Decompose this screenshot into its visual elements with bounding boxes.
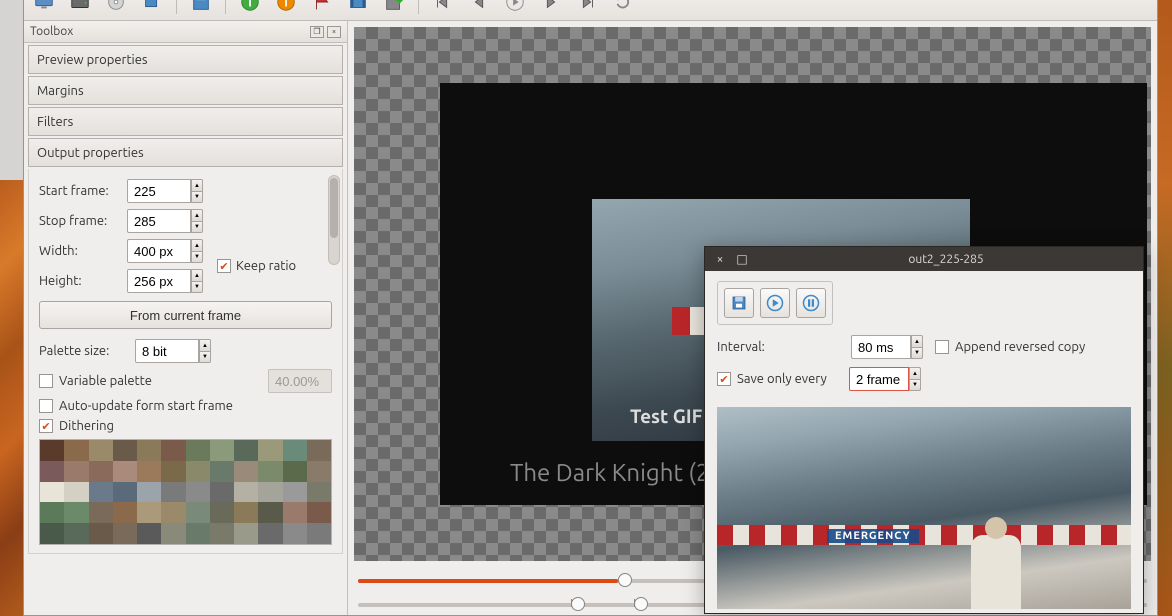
popup-emergency-text: EMERGENCY [827, 529, 919, 543]
toolbox-close-icon[interactable]: × [327, 26, 341, 38]
auto-update-label: Auto-update form start frame [59, 399, 233, 413]
preview-caption-2: The Dark Knight (2 [510, 459, 709, 486]
stop-frame-down[interactable]: ▼ [191, 221, 203, 233]
start-frame-down[interactable]: ▼ [191, 191, 203, 203]
variable-palette-checkbox[interactable] [39, 374, 53, 388]
palette-size-down[interactable]: ▼ [199, 351, 211, 363]
save-every-down[interactable]: ▼ [909, 379, 921, 391]
stop-frame-label: Stop frame: [39, 214, 127, 228]
toolbar-drive-icon[interactable] [66, 0, 94, 16]
dithering-checkbox[interactable] [39, 419, 53, 433]
popup-save-button[interactable] [724, 288, 754, 318]
interval-input[interactable] [851, 335, 911, 359]
toolbar-info-orange-icon[interactable]: i [272, 0, 300, 16]
main-toolbar: i i [24, 0, 1157, 21]
palette-size-up[interactable]: ▲ [199, 339, 211, 351]
variable-palette-percent [268, 369, 332, 393]
save-only-every-input[interactable] [849, 367, 909, 391]
toolbox-header: Toolbox ❐ × [24, 21, 347, 43]
palette-preview [39, 439, 332, 545]
auto-update-checkbox[interactable] [39, 399, 53, 413]
keep-ratio-checkbox[interactable] [217, 259, 231, 273]
save-only-every-label: Save only every [737, 372, 849, 386]
toolbar-prev-end-icon[interactable] [429, 0, 457, 16]
toolbar-loop-icon[interactable] [609, 0, 637, 16]
accordion-filters[interactable]: Filters [28, 107, 343, 136]
output-scrollbar[interactable] [328, 175, 340, 265]
toolbar-next-end-icon[interactable] [573, 0, 601, 16]
toolbar-disc-icon[interactable] [102, 0, 130, 16]
accordion-preview-properties[interactable]: Preview properties [28, 45, 343, 74]
width-label: Width: [39, 244, 127, 258]
toolbox-restore-icon[interactable]: ❐ [310, 26, 324, 38]
toolbox-title: Toolbox [30, 25, 73, 38]
append-reversed-checkbox[interactable] [935, 340, 949, 354]
toolbox-panel: Toolbox ❐ × Preview properties Margins F… [24, 21, 348, 615]
start-frame-label: Start frame: [39, 184, 127, 198]
popup-titlebar[interactable]: × □ out2_225-285 [705, 247, 1143, 271]
toolbar-flag-icon[interactable] [308, 0, 336, 16]
height-input[interactable] [127, 269, 191, 293]
palette-size-input[interactable] [135, 339, 199, 363]
toolbar-info-green-icon[interactable]: i [236, 0, 264, 16]
accordion-output-properties[interactable]: Output properties [28, 138, 343, 167]
toolbar-next-icon[interactable] [537, 0, 565, 16]
toolbar-play-icon[interactable] [501, 0, 529, 16]
popup-figure-icon [971, 535, 1021, 609]
save-only-every-checkbox[interactable] [717, 372, 731, 386]
palette-size-label: Palette size: [39, 344, 127, 358]
from-current-frame-button[interactable]: From current frame [39, 301, 332, 329]
toolbar-prev-icon[interactable] [465, 0, 493, 16]
interval-label: Interval: [717, 340, 851, 354]
start-frame-input[interactable] [127, 179, 191, 203]
output-popup-window: × □ out2_225-285 Interval: ▲▼ Append rev… [704, 246, 1144, 614]
dithering-label: Dithering [59, 419, 114, 433]
output-properties-section: Start frame: ▲▼ Stop frame: ▲▼ [28, 169, 343, 554]
svg-text:i: i [248, 0, 252, 9]
width-up[interactable]: ▲ [191, 239, 203, 251]
keep-ratio-label: Keep ratio [236, 259, 296, 273]
width-input[interactable] [127, 239, 191, 263]
popup-close-icon[interactable]: × [713, 252, 727, 266]
toolbar-save-icon[interactable] [187, 0, 215, 16]
height-label: Height: [39, 274, 127, 288]
popup-maximize-icon[interactable]: □ [735, 252, 749, 266]
popup-pause-button[interactable] [796, 288, 826, 318]
svg-text:i: i [284, 0, 288, 9]
interval-down[interactable]: ▼ [911, 347, 923, 359]
stop-frame-input[interactable] [127, 209, 191, 233]
interval-up[interactable]: ▲ [911, 335, 923, 347]
popup-title: out2_225-285 [757, 253, 1135, 266]
toolbar-film-icon[interactable] [344, 0, 372, 16]
accordion-margins[interactable]: Margins [28, 76, 343, 105]
toolbar-monitor-icon[interactable] [30, 0, 58, 16]
save-every-up[interactable]: ▲ [909, 367, 921, 379]
height-up[interactable]: ▲ [191, 269, 203, 281]
width-down[interactable]: ▼ [191, 251, 203, 263]
popup-gif-preview: EMERGENCY [717, 407, 1131, 609]
start-frame-up[interactable]: ▲ [191, 179, 203, 191]
stop-frame-up[interactable]: ▲ [191, 209, 203, 221]
height-down[interactable]: ▼ [191, 281, 203, 293]
append-reversed-label: Append reversed copy [955, 340, 1085, 354]
toolbar-add-icon[interactable] [138, 0, 166, 16]
popup-play-button[interactable] [760, 288, 790, 318]
variable-palette-label: Variable palette [59, 374, 152, 388]
palette-selection-box[interactable] [118, 460, 158, 502]
toolbar-export-icon[interactable] [380, 0, 408, 16]
